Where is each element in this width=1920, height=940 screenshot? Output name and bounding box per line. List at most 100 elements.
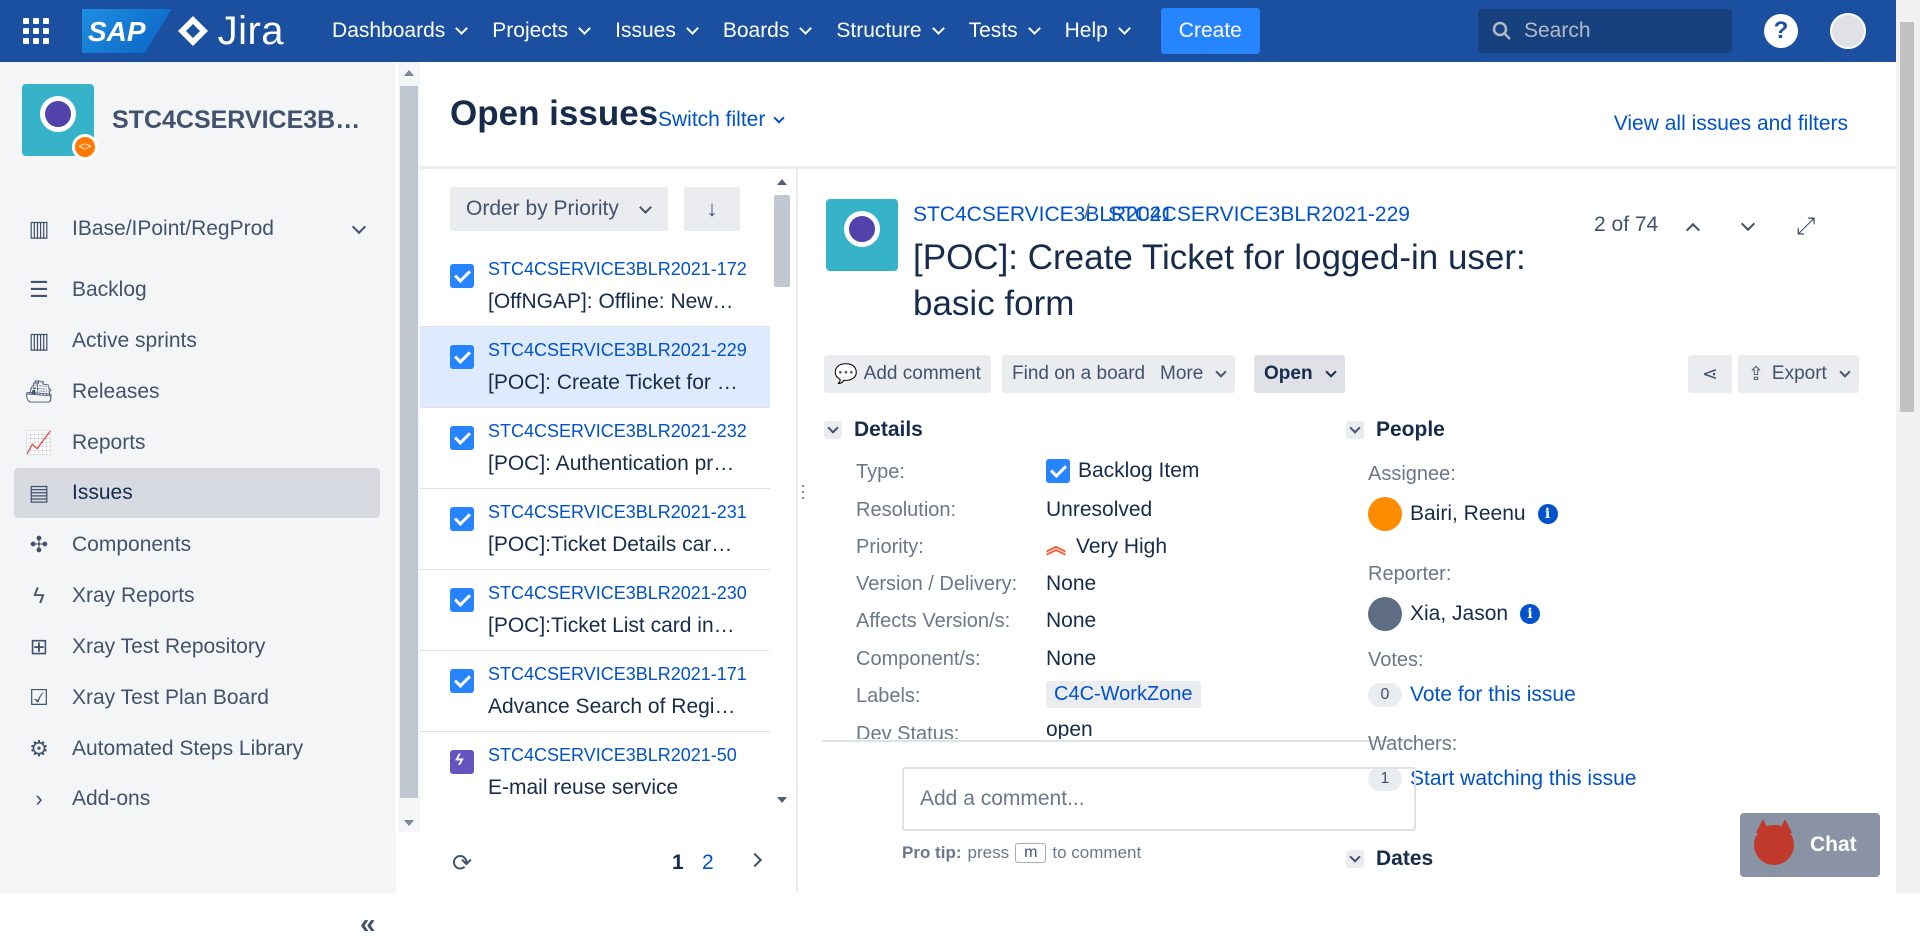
sidebar-item-automated-steps-library[interactable]: ⚙ Automated Steps Library (14, 724, 380, 774)
chart-icon: 📈 (25, 430, 53, 455)
watchers-label: Watchers: (1368, 733, 1458, 755)
list-item[interactable]: ϟ STC4CSERVICE3BLR2021-50 E-mail reuse ser… (420, 732, 770, 810)
backlog-item-icon (450, 264, 474, 288)
add-comment-input[interactable]: Add a comment... (902, 767, 1416, 831)
issue-key: STC4CSERVICE3BLR2021-50 (488, 745, 737, 765)
label-chip[interactable]: C4C-WorkZone (1046, 681, 1201, 708)
page-2-link[interactable]: 2 (702, 851, 714, 875)
reporter-name: Xia, Jason (1410, 602, 1509, 625)
scroll-up-arrow-icon[interactable] (777, 179, 787, 185)
search-placeholder: Search (1524, 19, 1591, 42)
dates-heading: Dates (1376, 847, 1434, 870)
list-item[interactable]: STC4CSERVICE3BLR2021-230 [POC]:Ticket Lis… (420, 570, 770, 651)
order-by-label: Order by Priority (466, 197, 619, 220)
next-issue-icon[interactable] (1740, 216, 1756, 232)
nav-boards[interactable]: Boards (723, 19, 813, 43)
sidebar-item-backlog[interactable]: ☰ Backlog (14, 265, 380, 315)
list-item[interactable]: STC4CSERVICE3BLR2021-232 [POC]: Authentic… (420, 408, 770, 489)
order-by-dropdown[interactable]: Order by Priority (450, 187, 668, 231)
sidebar-item-reports[interactable]: 📈 Reports (14, 418, 380, 468)
info-icon[interactable]: i (1520, 604, 1541, 624)
list-item-selected[interactable]: STC4CSERVICE3BLR2021-229 [POC]: Create Ti… (420, 327, 770, 408)
view-all-issues-link[interactable]: View all issues and filters (1614, 112, 1848, 136)
list-item[interactable]: STC4CSERVICE3BLR2021-172 [OffNGAP]: Offli… (420, 246, 770, 327)
add-comment-button[interactable]: 💬 Add comment (824, 355, 991, 393)
breadcrumb-issue-key-link[interactable]: STC4CSERVICE3BLR2021-229 (1108, 203, 1410, 227)
page-1-link[interactable]: 1 (672, 851, 684, 875)
switch-filter-button[interactable]: Switch filter (658, 108, 786, 132)
previous-issue-icon[interactable] (1685, 222, 1701, 238)
nav-tests[interactable]: Tests (968, 19, 1041, 43)
watch-link[interactable]: Start watching this issue (1410, 767, 1636, 791)
status-open-button[interactable]: Open (1254, 355, 1345, 393)
search-icon (1492, 21, 1511, 40)
scroll-down-arrow-icon[interactable] (404, 820, 414, 826)
nav-help[interactable]: Help (1064, 19, 1131, 43)
field-label: Resolution: (856, 499, 957, 521)
scroll-up-arrow-icon[interactable] (404, 70, 414, 76)
app-switcher-icon[interactable] (20, 15, 52, 47)
people-section-header[interactable]: People (1346, 418, 1445, 442)
export-button[interactable]: ⇪ Export (1738, 355, 1859, 393)
reporter-value[interactable]: Xia, Jason i (1368, 597, 1541, 631)
details-section-header[interactable]: Details (824, 418, 923, 442)
nav-issues[interactable]: Issues (615, 19, 699, 43)
nav-dashboards[interactable]: Dashboards (332, 19, 469, 43)
sidebar-item-xray-reports[interactable]: ϟ Xray Reports (14, 571, 380, 621)
sidebar-item-label: Reports (72, 431, 146, 454)
sidebar-scrollbar[interactable] (398, 62, 420, 832)
field-label: Type: (856, 461, 905, 483)
find-on-board-button[interactable]: Find on a board (1002, 355, 1156, 393)
collapse-sidebar-icon[interactable]: « (360, 908, 376, 940)
help-icon[interactable]: ? (1764, 14, 1798, 48)
board-selector[interactable]: ▥ IBase/IPoint/RegProd (14, 204, 380, 254)
search-input[interactable]: Search (1478, 9, 1732, 53)
sort-direction-button[interactable]: ↓ (684, 187, 740, 231)
bolt-icon: ϟ (33, 583, 45, 608)
sidebar-item-add-ons[interactable]: › Add-ons (14, 774, 380, 824)
sidebar-scrollbar-thumb[interactable] (400, 86, 418, 798)
sidebar-item-label: Active sprints (72, 329, 197, 352)
sidebar-item-components[interactable]: ✣ Components (14, 520, 380, 570)
share-button[interactable]: ⋖ (1688, 355, 1732, 393)
dates-section-header[interactable]: Dates (1346, 847, 1433, 871)
sidebar-item-issues[interactable]: ▤ Issues (14, 468, 380, 518)
pro-tip-label: Pro tip: (902, 843, 962, 862)
nav-structure[interactable]: Structure (836, 19, 945, 43)
assignee-value[interactable]: Bairi, Reenu i (1368, 497, 1558, 531)
jira-logo[interactable]: SAP Jira (82, 8, 284, 54)
issue-list-scrollbar-thumb[interactable] (774, 195, 790, 287)
expand-icon[interactable]: ⤢ (1796, 213, 1815, 241)
refresh-icon[interactable]: ⟳ (452, 849, 472, 878)
nav-projects[interactable]: Projects (492, 19, 591, 43)
backlog-item-icon (450, 507, 474, 531)
backlog-item-icon (1046, 459, 1070, 483)
vote-link[interactable]: Vote for this issue (1410, 683, 1576, 707)
sidebar-item-xray-test-repository[interactable]: ⊞ Xray Test Repository (14, 622, 380, 672)
project-header[interactable]: <> STC4CSERVICE3BLR2021 (22, 84, 372, 160)
issue-title[interactable]: [POC]: Create Ticket for logged-in user:… (913, 235, 1553, 327)
list-item[interactable]: STC4CSERVICE3BLR2021-231 [POC]:Ticket Det… (420, 489, 770, 570)
sidebar-item-releases[interactable]: ⛴ Releases (14, 367, 380, 417)
field-version-value: None (1046, 572, 1097, 595)
chat-button[interactable]: Chat (1740, 813, 1880, 877)
sidebar-item-xray-test-plan-board[interactable]: ☑ Xray Test Plan Board (14, 673, 380, 723)
board-icon: ▥ (28, 216, 50, 241)
user-avatar[interactable] (1830, 13, 1866, 49)
issue-summary: E-mail reuse service (488, 776, 679, 799)
sidebar-item-active-sprints[interactable]: ▥ Active sprints (14, 316, 380, 366)
scroll-down-arrow-icon[interactable] (777, 797, 787, 803)
project-avatar-eye (844, 211, 880, 247)
page-scrollbar[interactable] (1896, 0, 1920, 893)
more-button[interactable]: More (1150, 355, 1236, 393)
list-item[interactable]: STC4CSERVICE3BLR2021-171 Advance Search o… (420, 651, 770, 732)
nav-label: Help (1064, 19, 1108, 42)
info-icon[interactable]: i (1537, 504, 1558, 524)
next-page-icon[interactable] (747, 852, 763, 868)
sidebar-item-label: Xray Reports (72, 584, 195, 607)
issue-list-scrollbar[interactable] (772, 169, 792, 811)
nav-label: Tests (968, 19, 1018, 42)
page-scrollbar-thumb[interactable] (1900, 22, 1914, 412)
create-button[interactable]: Create (1160, 8, 1260, 54)
field-label: Affects Version/s: (856, 610, 1011, 632)
